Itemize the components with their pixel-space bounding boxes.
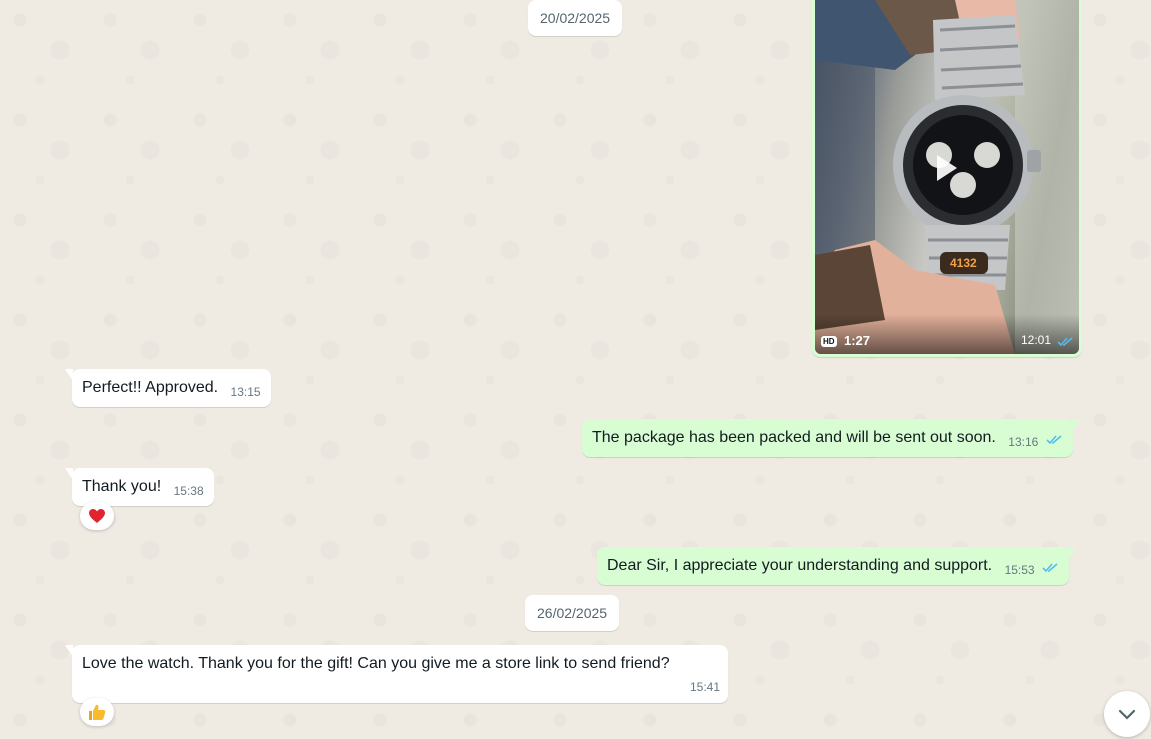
message-text: The package has been packed and will be …: [592, 429, 996, 446]
date-separator: 26/02/2025: [525, 595, 620, 631]
watch-tag-label: 4132: [950, 256, 977, 270]
message-time: 15:38: [173, 484, 204, 498]
thumbs-up-icon: [89, 704, 106, 720]
message-time: 13:15: [230, 385, 261, 399]
date-separator: 20/02/2025: [528, 0, 623, 36]
outgoing-message[interactable]: Dear Sir, I appreciate your understandin…: [597, 547, 1077, 585]
incoming-message[interactable]: Perfect!! Approved. 13:15: [65, 369, 271, 407]
message-text: Perfect!! Approved.: [82, 379, 219, 396]
video-duration: 1:27: [844, 333, 871, 348]
date-label: 20/02/2025: [540, 10, 611, 26]
message-time: 15:53: [1004, 563, 1035, 577]
chevron-down-icon: [1118, 709, 1136, 720]
incoming-message[interactable]: Love the watch. Thank you for the gift! …: [65, 645, 728, 703]
message-text: Dear Sir, I appreciate your understandin…: [607, 557, 993, 574]
message-text: Thank you!: [82, 478, 162, 495]
double-check-icon: [1046, 435, 1062, 445]
date-label: 26/02/2025: [537, 605, 608, 621]
hd-badge: HD: [821, 336, 837, 347]
watch-video-thumbnail-image: [815, 0, 1079, 354]
double-check-icon: [1042, 563, 1058, 573]
message-time: 13:16: [1008, 435, 1039, 449]
outgoing-message[interactable]: The package has been packed and will be …: [582, 419, 1080, 457]
heart-icon: [89, 508, 105, 523]
video-message[interactable]: 4132 HD 1:27 12:01: [812, 0, 1082, 357]
message-text: Love the watch. Thank you for the gift! …: [82, 655, 670, 672]
video-thumbnail[interactable]: 4132 HD 1:27 12:01: [815, 0, 1079, 354]
double-check-icon: [1057, 337, 1073, 347]
scroll-to-bottom-button[interactable]: [1104, 691, 1150, 737]
message-time: 15:41: [689, 680, 720, 694]
incoming-message[interactable]: Thank you! 15:38: [65, 468, 214, 506]
reaction-thumbs-up[interactable]: [80, 698, 114, 726]
reaction-heart[interactable]: [80, 502, 114, 530]
video-time: 12:01: [1021, 333, 1052, 347]
